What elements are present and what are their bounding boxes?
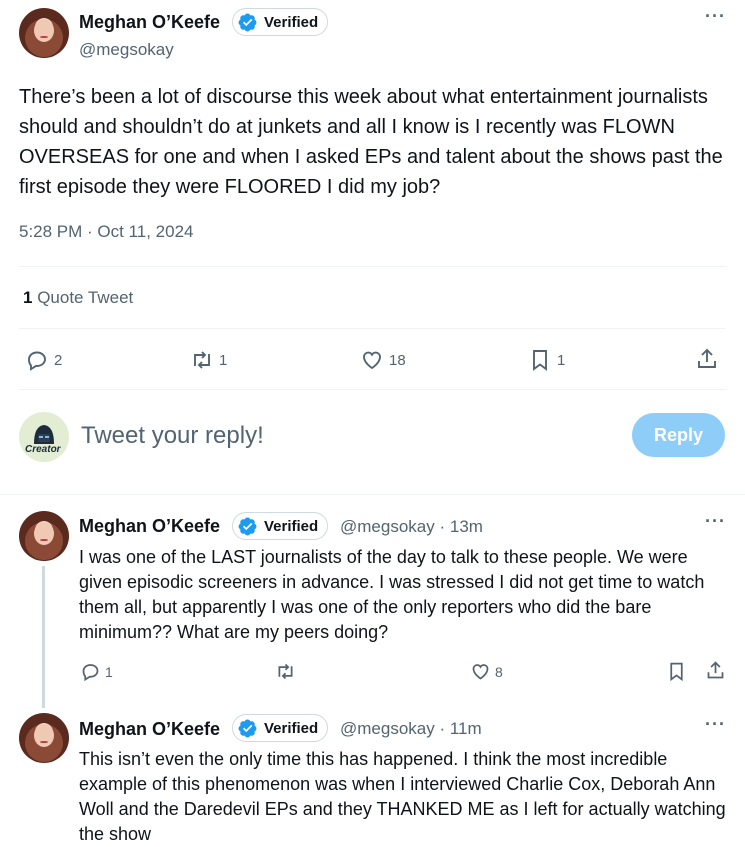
share-icon [707,661,724,679]
bookmark-action[interactable] [666,661,687,682]
divider [0,494,745,495]
verified-label: Verified [264,517,319,535]
tweet-timestamp[interactable]: 5:28 PM · Oct 11, 2024 [19,222,194,242]
author-handle[interactable]: @megsokay [79,40,174,60]
quote-tweet-count[interactable]: 1 Quote Tweet [23,288,133,308]
avatar[interactable] [19,511,69,561]
verified-check-icon [238,517,257,535]
verified-badge[interactable]: Verified [232,512,329,540]
like-action[interactable]: 8 [470,661,503,682]
verified-check-icon [238,13,257,31]
share-action[interactable] [695,347,719,371]
reply-icon [28,351,46,371]
current-user-avatar[interactable]: Creator [19,412,69,462]
bookmark-icon [533,350,547,371]
more-options-icon[interactable]: ··· [705,511,726,532]
bookmark-icon [670,662,683,682]
avatar[interactable] [19,713,69,763]
author-name[interactable]: Meghan O’Keefe [79,719,220,740]
more-options-icon[interactable]: ··· [705,714,726,735]
author-name[interactable]: Meghan O’Keefe [79,516,220,537]
author-name[interactable]: Meghan O’Keefe [79,12,220,33]
reply-action[interactable]: 2 [25,348,62,372]
share-icon [698,348,716,368]
more-options-icon[interactable]: ··· [705,6,726,27]
heart-icon [472,664,489,680]
retweet-action[interactable] [275,661,296,682]
verified-check-icon [238,719,257,737]
author-handle[interactable]: @megsokay · 13m [340,517,483,537]
reply-text: This isn’t even the only time this has h… [79,749,726,844]
creator-label: Creator [25,444,61,455]
divider [19,328,726,329]
avatar[interactable] [19,8,69,58]
tweet-text: There’s been a lot of discourse this wee… [19,86,723,198]
verified-badge[interactable]: Verified [232,714,329,742]
divider [19,389,726,390]
reply-button[interactable]: Reply [632,413,725,457]
share-action[interactable] [705,660,726,681]
verified-badge[interactable]: Verified [232,8,329,36]
like-action[interactable]: 18 [360,348,406,372]
heart-icon [363,351,381,370]
reply-input[interactable]: Tweet your reply! [81,422,264,450]
bookmark-action[interactable]: 1 [528,348,565,372]
retweet-action[interactable]: 1 [190,348,227,372]
thread-line [42,566,45,708]
author-handle[interactable]: @megsokay · 11m [340,719,482,739]
retweet-icon [278,663,293,680]
retweet-icon [194,351,210,369]
reply-action[interactable]: 1 [80,661,113,682]
reply-text: I was one of the LAST journalists of the… [79,547,705,642]
verified-label: Verified [264,719,319,737]
reply-icon [82,664,99,682]
verified-label: Verified [264,13,319,31]
divider [19,266,726,267]
